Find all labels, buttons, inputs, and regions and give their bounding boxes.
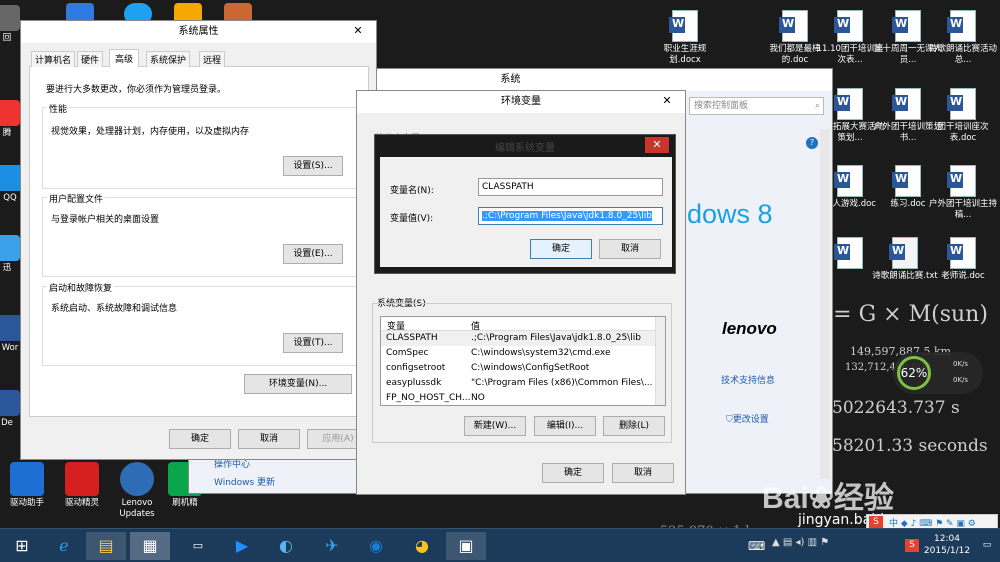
- change-settings-link[interactable]: ⛉更改设置: [726, 412, 769, 425]
- variable-value-label: 变量值(V):: [390, 214, 434, 224]
- baidu-watermark: Bai❀经验: [762, 482, 894, 515]
- env-cancel-button[interactable]: 取消: [612, 463, 674, 483]
- delete-variable-button[interactable]: 删除(L): [603, 416, 665, 436]
- clock[interactable]: 12:04 2015/1/12: [922, 533, 972, 557]
- env-ok-button[interactable]: 确定: [542, 463, 604, 483]
- ok-button[interactable]: 确定: [169, 429, 231, 449]
- lenovo-logo: lenovo: [722, 319, 777, 338]
- env-title: 环境变量: [357, 91, 685, 113]
- tab-remote[interactable]: 远程: [199, 51, 226, 68]
- search-icon: ⌕: [814, 101, 820, 111]
- tab-advanced[interactable]: 高级: [109, 49, 140, 68]
- table-row[interactable]: configsetroot C:\windows\ConfigSetRoot: [381, 361, 665, 376]
- clock-time: 12:04: [934, 534, 960, 544]
- desktop-file[interactable]: 职业生涯规划.docx: [650, 10, 720, 66]
- cpu-percent: 62%: [897, 356, 931, 390]
- explorer-taskbar-icon[interactable]: ▤: [86, 532, 126, 560]
- desktop-file[interactable]: 团干培训座次表.doc: [928, 88, 998, 144]
- edit-variable-button[interactable]: 编辑(I)...: [534, 416, 596, 436]
- mail-taskbar-icon[interactable]: ✈: [312, 532, 352, 560]
- table-header: 变量 值: [381, 317, 665, 332]
- search-box[interactable]: 搜索控制面板 ⌕: [689, 97, 824, 115]
- edit-body: 变量名(N): CLASSPATH 变量值(V): .;C:\Program F…: [380, 157, 672, 267]
- paw-icon: ❀: [808, 482, 834, 515]
- tab-computer-name[interactable]: 计算机名: [31, 51, 76, 68]
- upload-speed: 0K/s: [953, 360, 969, 368]
- qq-browser-taskbar-icon[interactable]: ◐: [266, 532, 306, 560]
- display-taskbar-icon[interactable]: ▣: [446, 532, 486, 560]
- cmd-taskbar-icon[interactable]: ▭: [178, 532, 218, 560]
- desktop: u = G × M(sun) 149,597,887.5 km 132,712,…: [0, 0, 1000, 562]
- app-icon-driver-genius[interactable]: 驱动精灵: [57, 462, 107, 509]
- chalk-seconds1: 5022643.737 s: [832, 398, 960, 418]
- variable-value-field[interactable]: .;C:\Program Files\Java\jdk1.8.0_25\lib: [478, 207, 663, 225]
- clock-date: 2015/1/12: [923, 546, 971, 556]
- sogou-tray-icon[interactable]: S: [905, 539, 919, 552]
- tab-panel: 要进行大多数更改，你必须作为管理员登录。 性能 视觉效果，处理器计划，内存使用，…: [29, 67, 369, 417]
- table-row[interactable]: ComSpec C:\windows\system32\cmd.exe: [381, 346, 665, 361]
- table-row[interactable]: easyplussdk "C:\Program Files (x86)\Commo…: [381, 376, 665, 391]
- chalk-seconds2: 58201.33 seconds: [832, 436, 988, 456]
- table-scrollbar[interactable]: [655, 317, 665, 405]
- edit-title: 编辑系统变量: [495, 143, 555, 154]
- tab-bar: 计算机名 硬件 高级 系统保护 远程: [29, 49, 369, 68]
- close-icon[interactable]: ✕: [645, 137, 669, 153]
- system-properties-dialog: 系统属性 ✕ 计算机名 硬件 高级 系统保护 远程 要进行大多数更改，你必须作为…: [20, 20, 377, 460]
- keyboard-icon[interactable]: ⌨: [748, 539, 765, 553]
- tab-hardware[interactable]: 硬件: [77, 51, 104, 68]
- app-icon-lenovo-updates[interactable]: Lenovo Updates: [112, 462, 162, 520]
- desktop-file[interactable]: 诗歌朗诵比赛活动总...: [928, 10, 998, 66]
- system-vars-table[interactable]: 变量 值 CLASSPATH .;C:\Program Files\Java\jd…: [380, 316, 666, 406]
- variable-name-field[interactable]: CLASSPATH: [478, 178, 663, 196]
- security-taskbar-icon[interactable]: ◕: [402, 532, 442, 560]
- sidebar-windows-update[interactable]: Windows 更新: [214, 475, 275, 488]
- control-panel-taskbar-icon[interactable]: ▦: [130, 532, 170, 560]
- startup-recovery-group: 启动和故障恢复 系统启动、系统故障和调试信息 设置(T)...: [42, 281, 360, 366]
- user-profiles-group: 用户配置文件 与登录帐户相关的桌面设置 设置(E)...: [42, 192, 360, 277]
- taskbar: ⊞ ℯ ▤ ▦ ▭ ▶ ◐ ✈ ◉ ◕ ▣ ⌨ ▲ ▤ ◂) ▥ ⚑ S 12:…: [0, 528, 1000, 562]
- tab-system-protection[interactable]: 系统保护: [146, 51, 191, 68]
- table-row[interactable]: CLASSPATH .;C:\Program Files\Java\jdk1.8.…: [381, 331, 665, 346]
- new-variable-button[interactable]: 新建(W)...: [464, 416, 526, 436]
- close-icon[interactable]: ✕: [342, 21, 374, 41]
- cancel-button[interactable]: 取消: [238, 429, 300, 449]
- system-scrollbar[interactable]: [820, 129, 830, 479]
- download-speed: 0K/s: [953, 376, 969, 384]
- app-taskbar-icon[interactable]: ◉: [356, 532, 396, 560]
- desktop-file[interactable]: 户外团干培训主持稿...: [928, 165, 998, 221]
- performance-group: 性能 视觉效果，处理器计划，内存使用，以及虚拟内存 设置(S)...: [42, 102, 360, 189]
- profile-settings-button[interactable]: 设置(E)...: [283, 244, 343, 264]
- environment-variables-button[interactable]: 环境变量(N)...: [244, 374, 352, 394]
- desktop-file[interactable]: 老师说.doc: [928, 237, 998, 282]
- admin-note: 要进行大多数更改，你必须作为管理员登录。: [46, 85, 227, 95]
- table-row[interactable]: FP_NO_HOST_CH... NO: [381, 391, 665, 405]
- tray-icons[interactable]: ▲ ▤ ◂) ▥ ⚑: [772, 537, 829, 548]
- startup-settings-button[interactable]: 设置(T)...: [283, 333, 343, 353]
- edit-ok-button[interactable]: 确定: [530, 239, 592, 259]
- show-desktop-button[interactable]: ▭: [978, 533, 996, 557]
- close-icon[interactable]: ✕: [651, 91, 683, 111]
- start-icon[interactable]: ⊞: [2, 532, 42, 560]
- edit-variable-dialog: 编辑系统变量 ✕ 变量名(N): CLASSPATH 变量值(V): .;C:\…: [374, 134, 676, 274]
- shield-icon: ⛉: [726, 415, 733, 425]
- variable-name-label: 变量名(N):: [390, 186, 434, 196]
- chalk-formula: u = G × M(sun): [812, 302, 988, 327]
- edit-cancel-button[interactable]: 取消: [599, 239, 661, 259]
- support-link[interactable]: 技术支持信息: [721, 373, 775, 386]
- app-icon-driver-helper[interactable]: 驱动助手: [2, 462, 52, 509]
- player-taskbar-icon[interactable]: ▶: [222, 532, 262, 560]
- windows-8-logo: dows 8: [687, 199, 773, 229]
- network-gauge[interactable]: 62% 0K/s 0K/s: [893, 352, 983, 394]
- system-properties-title: 系统属性: [21, 21, 376, 43]
- ie-taskbar-icon[interactable]: ℯ: [44, 532, 84, 560]
- help-icon[interactable]: ?: [806, 137, 818, 149]
- performance-settings-button[interactable]: 设置(S)...: [283, 156, 343, 176]
